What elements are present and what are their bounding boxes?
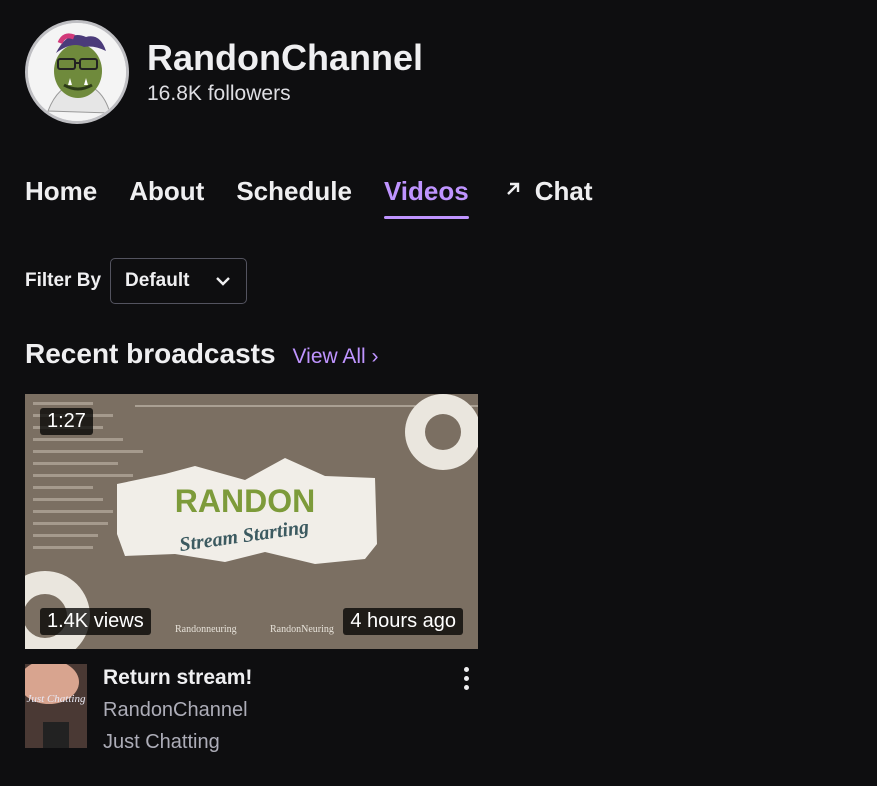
- filter-label: Filter By: [25, 270, 102, 291]
- follower-count: 16.8K followers: [147, 82, 291, 105]
- external-arrow-icon: [505, 180, 521, 203]
- tab-about[interactable]: About: [129, 176, 204, 219]
- game-box-art[interactable]: Just Chatting: [25, 664, 87, 748]
- filter-bar: Filter By Default: [25, 258, 248, 304]
- thumbnail-social-1: Randonneuring: [175, 624, 237, 635]
- game-art-image: Just Chatting: [25, 664, 87, 748]
- tab-label: Home: [25, 176, 98, 206]
- age-badge: 4 hours ago: [343, 608, 463, 635]
- section-title: Recent broadcasts: [25, 338, 276, 369]
- tab-label: Videos: [383, 176, 469, 206]
- duration-badge: 1:27: [40, 408, 93, 435]
- video-channel-link[interactable]: RandonChannel: [103, 699, 454, 722]
- channel-avatar[interactable]: [25, 20, 129, 124]
- tab-chat[interactable]: Chat: [501, 176, 593, 219]
- tab-schedule[interactable]: Schedule: [236, 176, 352, 219]
- tab-label: Schedule: [236, 176, 352, 206]
- chevron-down-icon: [216, 277, 230, 286]
- video-meta: Just Chatting Return stream! RandonChann…: [25, 664, 478, 754]
- thumbnail-logo-text: RANDON: [175, 483, 315, 519]
- orc-avatar-icon: [28, 23, 126, 121]
- video-game-link[interactable]: Just Chatting: [103, 731, 454, 754]
- game-art-text: Just Chatting: [27, 693, 86, 705]
- video-thumbnail[interactable]: RANDON Stream Starting Randonneuring Ran…: [25, 394, 478, 649]
- channel-tabs: Home About Schedule Videos Chat: [25, 176, 625, 219]
- tab-label: Chat: [534, 176, 593, 206]
- tab-videos[interactable]: Videos: [383, 176, 469, 219]
- more-options-icon[interactable]: [454, 664, 478, 692]
- channel-header: RandonChannel 16.8K followers: [25, 20, 423, 124]
- thumbnail-social-2: RandonNeuring: [270, 624, 334, 635]
- view-all-link[interactable]: View All ›: [293, 345, 379, 369]
- tab-label: About: [129, 176, 205, 206]
- tab-home[interactable]: Home: [25, 176, 97, 219]
- video-title[interactable]: Return stream!: [103, 666, 454, 690]
- channel-name[interactable]: RandonChannel: [147, 38, 423, 78]
- filter-dropdown[interactable]: Default: [110, 258, 248, 304]
- recent-broadcasts-header: Recent broadcasts View All ›: [25, 338, 379, 370]
- view-count-badge: 1.4K views: [40, 608, 151, 635]
- filter-selected-value: Default: [125, 270, 190, 291]
